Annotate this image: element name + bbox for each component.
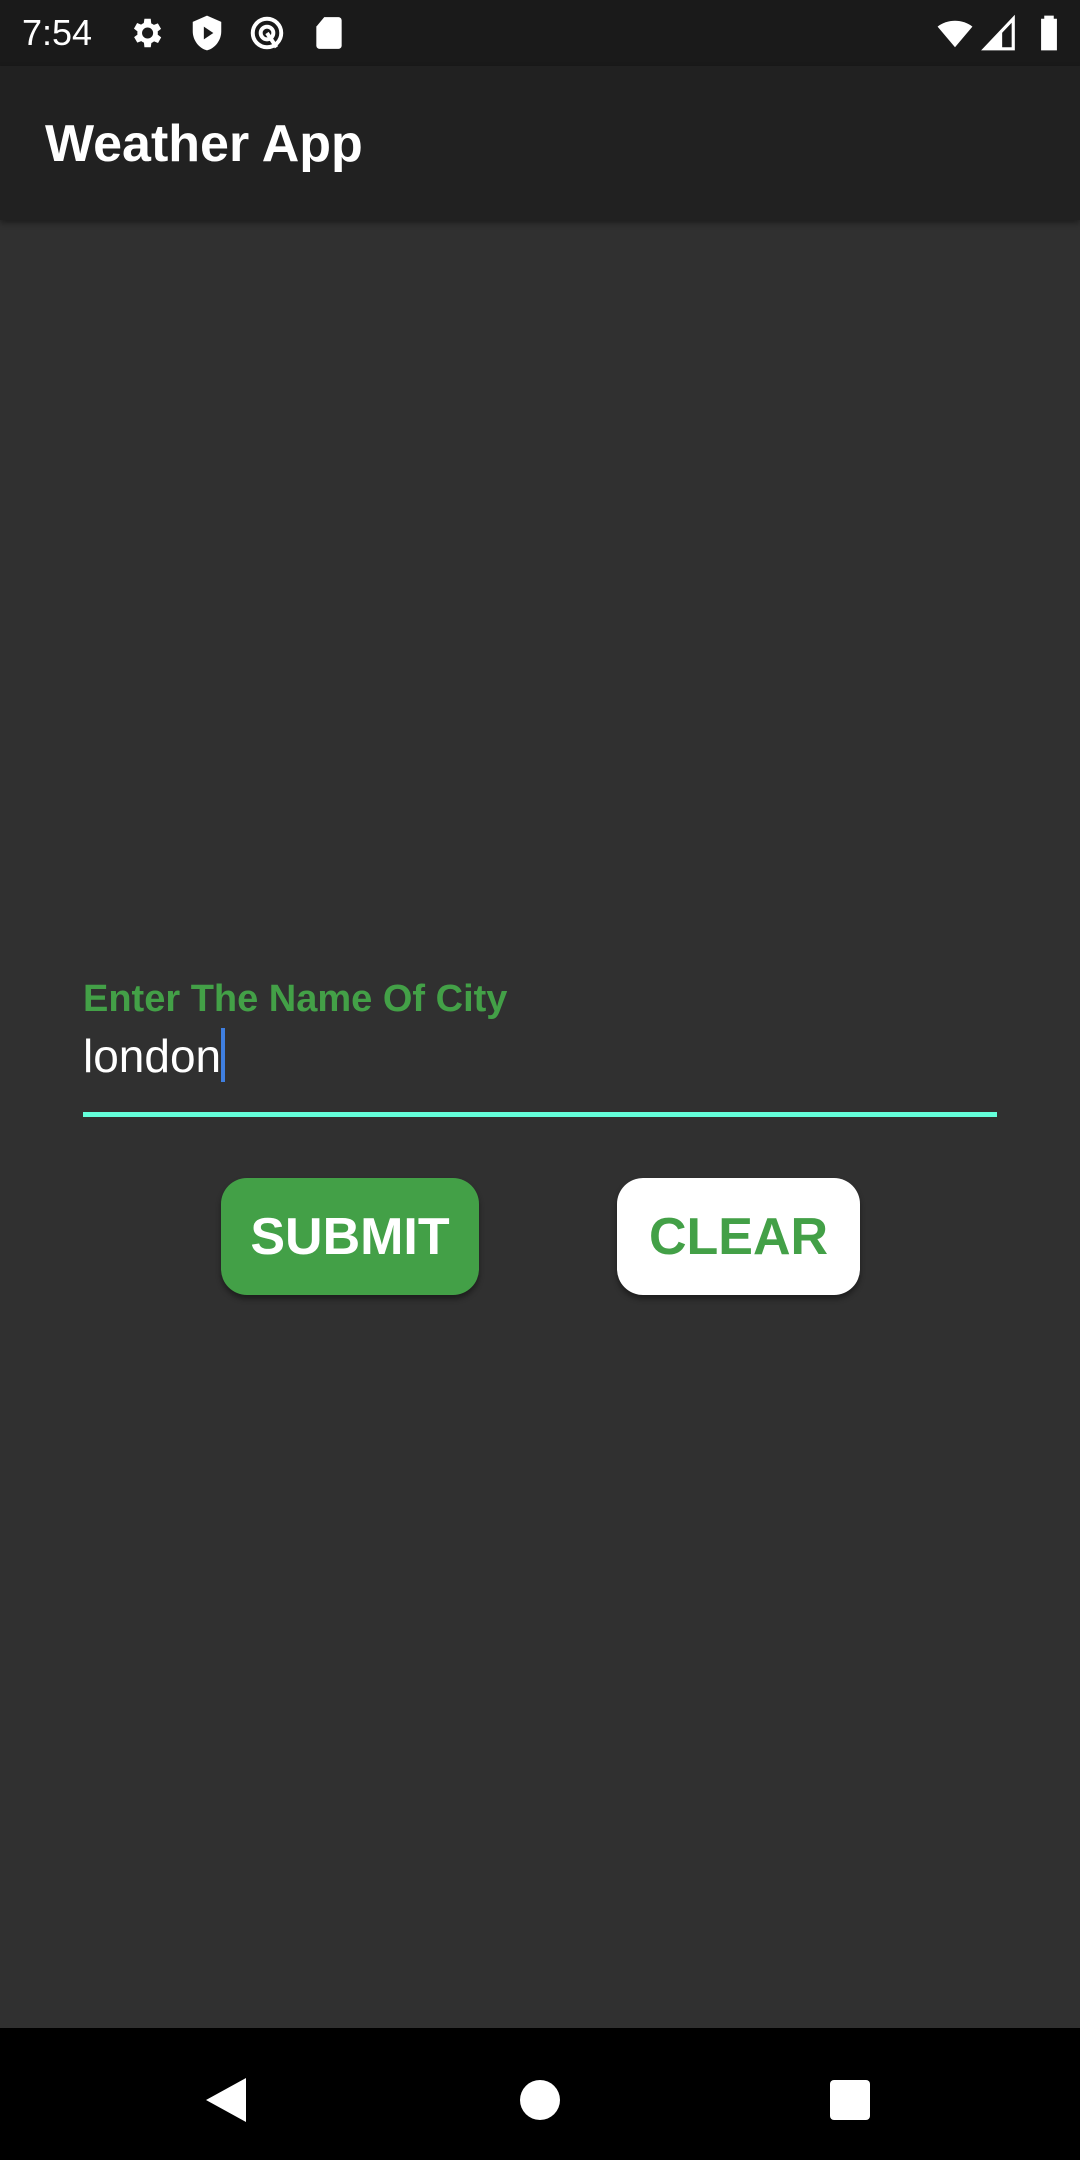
city-input[interactable]: london [83,1028,226,1083]
city-field-label: Enter The Name Of City [83,978,508,1020]
sd-card-icon [316,17,342,49]
city-input-underline [83,1112,997,1117]
app-title: Weather App [45,115,363,173]
back-icon[interactable] [204,2076,248,2124]
navigation-bar [0,2028,1080,2160]
status-time: 7:54 [22,12,93,53]
clear-button[interactable]: CLEAR [617,1178,860,1295]
submit-button[interactable]: SUBMIT [221,1178,479,1295]
recents-icon[interactable] [829,2079,871,2121]
settings-icon [133,18,162,48]
vpn-icon [250,16,284,50]
shield-play-icon [192,15,222,51]
app-bar: Weather App [0,66,1080,220]
signal-icon [981,14,1015,51]
wifi-icon [937,20,973,48]
city-input-value: london [83,1030,222,1082]
battery-icon [1041,15,1057,51]
text-cursor [221,1028,226,1082]
status-bar: 7:54 [0,0,1080,66]
home-icon[interactable] [518,2078,562,2122]
